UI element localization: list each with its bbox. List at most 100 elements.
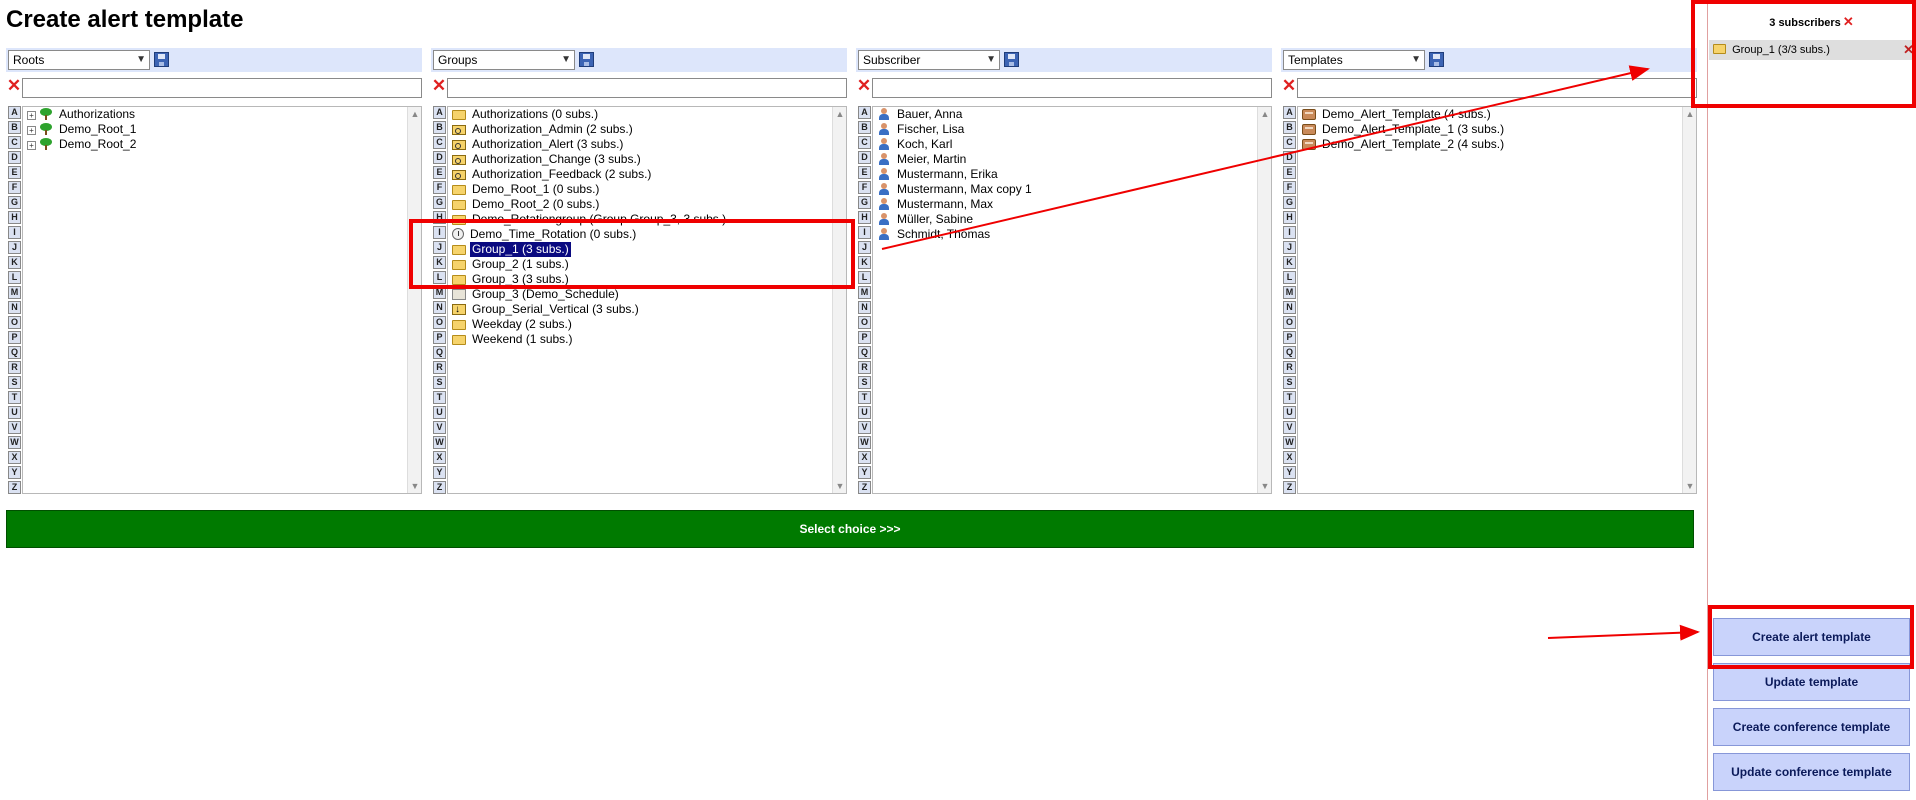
list-item[interactable]: + Demo_Root_1 xyxy=(23,122,421,137)
save-icon[interactable] xyxy=(1429,52,1444,67)
selected-subscriber-item[interactable]: Group_1 (3/3 subs.) ✕ xyxy=(1709,40,1914,60)
alpha-index-s[interactable]: S xyxy=(8,376,21,389)
alpha-index-b[interactable]: B xyxy=(1283,121,1296,134)
list-item[interactable]: Mustermann, Max copy 1 xyxy=(873,182,1271,197)
alpha-index-d[interactable]: D xyxy=(1283,151,1296,164)
list-item[interactable]: Mustermann, Erika xyxy=(873,167,1271,182)
filter-input[interactable] xyxy=(1297,78,1697,98)
scrollbar[interactable]: ▲ ▼ xyxy=(407,107,421,493)
select-choice-button[interactable]: Select choice >>> xyxy=(6,510,1694,548)
alpha-index-x[interactable]: X xyxy=(858,451,871,464)
alpha-index-f[interactable]: F xyxy=(8,181,21,194)
list-item[interactable]: Demo_Time_Rotation (0 subs.) xyxy=(448,227,846,242)
alpha-index-q[interactable]: Q xyxy=(1283,346,1296,359)
alpha-index-y[interactable]: Y xyxy=(858,466,871,479)
list-item[interactable]: Authorizations (0 subs.) xyxy=(448,107,846,122)
alpha-index-q[interactable]: Q xyxy=(433,346,446,359)
filter-input[interactable] xyxy=(872,78,1272,98)
scrollbar[interactable]: ▲ ▼ xyxy=(1257,107,1271,493)
list-item[interactable]: Müller, Sabine xyxy=(873,212,1271,227)
remove-icon[interactable]: ✕ xyxy=(1903,40,1914,60)
alpha-index-m[interactable]: M xyxy=(433,286,446,299)
alpha-index-b[interactable]: B xyxy=(433,121,446,134)
alpha-index-z[interactable]: Z xyxy=(1283,481,1296,494)
alpha-index-a[interactable]: A xyxy=(858,106,871,119)
alpha-index-v[interactable]: V xyxy=(1283,421,1296,434)
list-item[interactable]: Demo_Alert_Template_2 (4 subs.) xyxy=(1298,137,1696,152)
save-icon[interactable] xyxy=(579,52,594,67)
list-item[interactable]: + Authorizations xyxy=(23,107,421,122)
alpha-index-v[interactable]: V xyxy=(8,421,21,434)
list-item[interactable]: Schmidt, Thomas xyxy=(873,227,1271,242)
alpha-index-e[interactable]: E xyxy=(8,166,21,179)
list-item[interactable]: Group_Serial_Vertical (3 subs.) xyxy=(448,302,846,317)
list-item[interactable]: Group_1 (3 subs.) xyxy=(448,242,846,257)
alpha-index-u[interactable]: U xyxy=(1283,406,1296,419)
scroll-up-icon[interactable]: ▲ xyxy=(1258,107,1272,121)
alpha-index-o[interactable]: O xyxy=(858,316,871,329)
alpha-index-j[interactable]: J xyxy=(1283,241,1296,254)
alpha-index-s[interactable]: S xyxy=(858,376,871,389)
alpha-index-t[interactable]: T xyxy=(1283,391,1296,404)
alpha-index-o[interactable]: O xyxy=(433,316,446,329)
alpha-index-n[interactable]: N xyxy=(433,301,446,314)
alpha-index-s[interactable]: S xyxy=(433,376,446,389)
alpha-index-x[interactable]: X xyxy=(433,451,446,464)
alpha-index-w[interactable]: W xyxy=(858,436,871,449)
alpha-index-e[interactable]: E xyxy=(858,166,871,179)
expand-icon[interactable]: + xyxy=(27,111,36,120)
list-item[interactable]: Mustermann, Max xyxy=(873,197,1271,212)
alpha-index-p[interactable]: P xyxy=(1283,331,1296,344)
alpha-index-s[interactable]: S xyxy=(1283,376,1296,389)
item-list[interactable]: Bauer, Anna Fischer, Lisa Koch, Karl Meier,… xyxy=(872,106,1272,494)
list-item[interactable]: Meier, Martin xyxy=(873,152,1271,167)
alpha-index-c[interactable]: C xyxy=(433,136,446,149)
alpha-index-e[interactable]: E xyxy=(433,166,446,179)
alpha-index-r[interactable]: R xyxy=(8,361,21,374)
list-item[interactable]: Weekday (2 subs.) xyxy=(448,317,846,332)
expand-icon[interactable]: + xyxy=(27,141,36,150)
clear-filter-icon[interactable]: ✕ xyxy=(6,77,22,94)
alpha-index-c[interactable]: C xyxy=(858,136,871,149)
alpha-index-u[interactable]: U xyxy=(8,406,21,419)
alpha-index-d[interactable]: D xyxy=(433,151,446,164)
list-item[interactable]: Group_3 (Demo_Schedule) xyxy=(448,287,846,302)
alpha-index-m[interactable]: M xyxy=(858,286,871,299)
alpha-index-r[interactable]: R xyxy=(1283,361,1296,374)
alpha-index-j[interactable]: J xyxy=(858,241,871,254)
alpha-index-k[interactable]: K xyxy=(433,256,446,269)
panel-type-select[interactable]: Subscriber ▼ xyxy=(858,50,1000,70)
alpha-index-c[interactable]: C xyxy=(8,136,21,149)
alpha-index-g[interactable]: G xyxy=(1283,196,1296,209)
alpha-index-y[interactable]: Y xyxy=(433,466,446,479)
alpha-index-h[interactable]: H xyxy=(8,211,21,224)
alpha-index-b[interactable]: B xyxy=(8,121,21,134)
alpha-index-e[interactable]: E xyxy=(1283,166,1296,179)
alpha-index-g[interactable]: G xyxy=(433,196,446,209)
alpha-index-a[interactable]: A xyxy=(8,106,21,119)
alpha-index-z[interactable]: Z xyxy=(858,481,871,494)
clear-all-icon[interactable]: ✕ xyxy=(1843,14,1854,29)
create-conference-template-button[interactable]: Create conference template xyxy=(1713,708,1910,746)
update-conference-template-button[interactable]: Update conference template xyxy=(1713,753,1910,791)
update-template-button[interactable]: Update template xyxy=(1713,663,1910,701)
scroll-up-icon[interactable]: ▲ xyxy=(408,107,422,121)
alpha-index-m[interactable]: M xyxy=(8,286,21,299)
panel-type-select[interactable]: Roots ▼ xyxy=(8,50,150,70)
alpha-index-p[interactable]: P xyxy=(433,331,446,344)
scrollbar[interactable]: ▲ ▼ xyxy=(1682,107,1696,493)
alpha-index-p[interactable]: P xyxy=(8,331,21,344)
list-item[interactable]: Group_3 (3 subs.) xyxy=(448,272,846,287)
create-alert-template-button[interactable]: Create alert template xyxy=(1713,618,1910,656)
alpha-index-p[interactable]: P xyxy=(858,331,871,344)
alpha-index-m[interactable]: M xyxy=(1283,286,1296,299)
alpha-index-v[interactable]: V xyxy=(858,421,871,434)
list-item[interactable]: Authorization_Feedback (2 subs.) xyxy=(448,167,846,182)
alpha-index-a[interactable]: A xyxy=(433,106,446,119)
filter-input[interactable] xyxy=(447,78,847,98)
alpha-index-r[interactable]: R xyxy=(433,361,446,374)
alpha-index-z[interactable]: Z xyxy=(433,481,446,494)
alpha-index-o[interactable]: O xyxy=(1283,316,1296,329)
item-list[interactable]: Authorizations (0 subs.) Authorization_Ad… xyxy=(447,106,847,494)
alpha-index-f[interactable]: F xyxy=(1283,181,1296,194)
